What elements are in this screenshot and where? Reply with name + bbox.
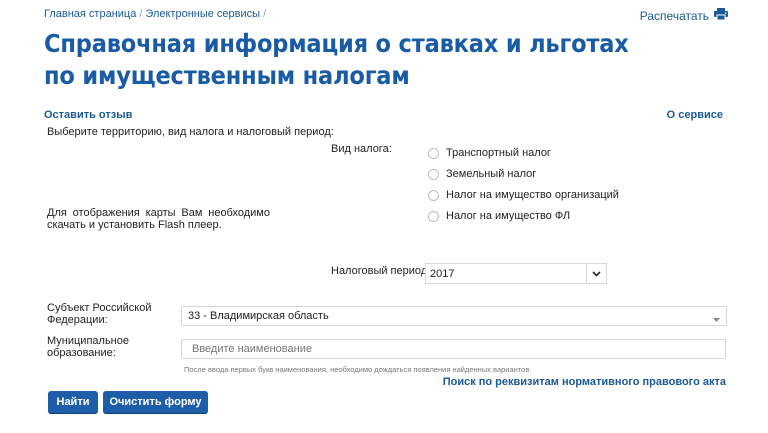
radio-label: Земельный налог	[446, 168, 537, 180]
radio-circle[interactable]	[428, 210, 439, 222]
tax-type-radio-group: Транспортный налог Земельный налог Налог…	[428, 146, 619, 223]
radio-label: Налог на имущество ФЛ	[446, 210, 571, 222]
chevron-down-icon[interactable]	[586, 264, 606, 283]
about-service-link[interactable]: О сервисе	[667, 109, 723, 121]
subject-value: 33 - Владимирская область	[188, 310, 329, 322]
radio-circle[interactable]	[428, 168, 439, 180]
municipality-label: Муниципальное образование:	[47, 335, 129, 359]
subject-select[interactable]: 33 - Владимирская область	[181, 306, 727, 326]
instruction-text: Выберите территорию, вид налога и налого…	[47, 126, 334, 138]
radio-label: Налог на имущество организаций	[446, 189, 619, 201]
radio-circle[interactable]	[428, 147, 439, 159]
radio-circle[interactable]	[428, 189, 439, 201]
municipality-hint: После ввода первых букв наименования, не…	[184, 365, 532, 374]
tax-period-value: 2017	[430, 267, 455, 280]
radio-label: Транспортный налог	[446, 147, 551, 159]
breadcrumb-separator: /	[263, 8, 267, 20]
clear-form-button[interactable]: Очистить форму	[103, 391, 208, 413]
radio-transport-tax[interactable]: Транспортный налог	[428, 146, 619, 160]
caret-down-icon	[713, 314, 720, 326]
print-button[interactable]: Распечатать	[640, 8, 728, 23]
printer-icon	[714, 8, 728, 23]
print-label: Распечатать	[639, 8, 709, 23]
search-by-requisites-link[interactable]: Поиск по реквизитам нормативного правово…	[443, 376, 726, 388]
breadcrumb-home[interactable]: Главная страница	[44, 8, 136, 20]
radio-individual-property-tax[interactable]: Налог на имущество ФЛ	[428, 209, 619, 223]
subject-label: Субъект Российской Федерации:	[47, 302, 152, 326]
feedback-link[interactable]: Оставить отзыв	[44, 109, 132, 121]
radio-land-tax[interactable]: Земельный налог	[428, 167, 619, 181]
municipality-input[interactable]	[181, 339, 726, 359]
breadcrumb: Главная страница / Электронные сервисы /	[44, 8, 269, 20]
find-button[interactable]: Найти	[48, 391, 98, 413]
radio-organization-property-tax[interactable]: Налог на имущество организаций	[428, 188, 619, 202]
flash-notice: Для отображения карты Вам необходимо ска…	[47, 207, 270, 231]
tax-period-select[interactable]: 2017	[425, 263, 607, 284]
breadcrumb-e-services[interactable]: Электронные сервисы	[145, 8, 260, 20]
page-title: Справочная информация о ставках и льгота…	[44, 29, 629, 90]
tax-period-label: Налоговый период:	[331, 265, 431, 277]
tax-type-label: Вид налога:	[331, 143, 392, 155]
breadcrumb-separator: /	[139, 8, 143, 20]
